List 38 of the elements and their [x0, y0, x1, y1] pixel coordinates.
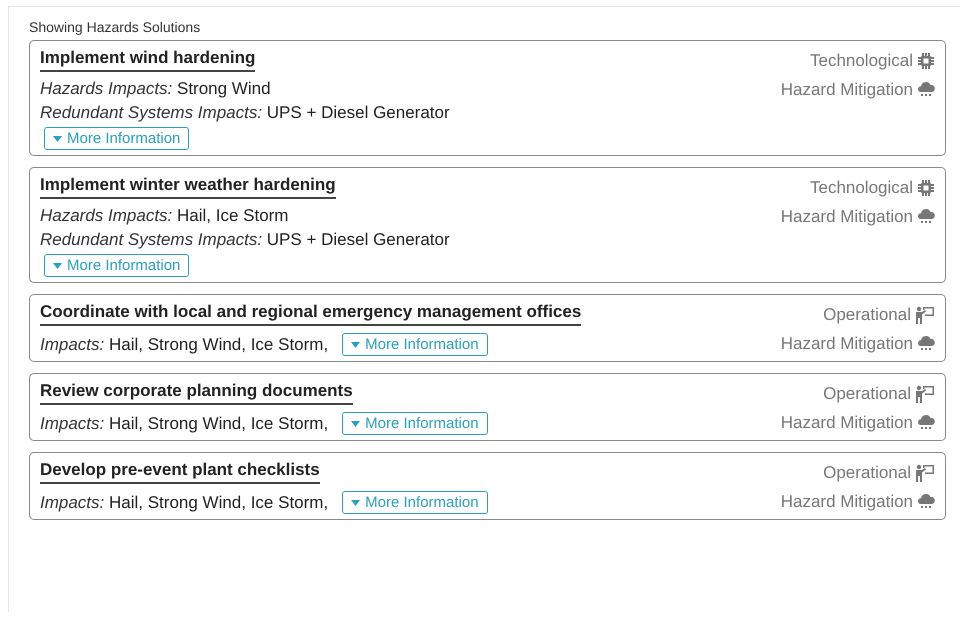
cloud-rain-icon — [917, 335, 935, 353]
solution-title[interactable]: Review corporate planning documents — [40, 381, 353, 405]
caret-icon — [351, 500, 360, 506]
cloud-rain-icon — [917, 414, 935, 432]
chip-icon — [917, 179, 935, 197]
category-label: Operational — [823, 463, 911, 483]
solution-title[interactable]: Implement wind hardening — [40, 48, 256, 72]
category-label: Technological — [810, 51, 913, 71]
category-label: Hazard Mitigation — [780, 492, 913, 512]
presenter-icon — [915, 306, 935, 324]
solution-title[interactable]: Develop pre-event plant checklists — [40, 460, 320, 484]
presenter-icon — [915, 464, 935, 482]
category-label: Operational — [823, 305, 911, 325]
impacts-text: Impacts: Hail, Strong Wind, Ice Storm, — [40, 492, 328, 512]
category-label: Hazard Mitigation — [780, 413, 913, 433]
cloud-rain-icon — [917, 81, 935, 99]
impacts-text: Redundant Systems Impacts: UPS + Diesel Generator — [40, 103, 450, 123]
caret-icon — [351, 420, 360, 426]
impacts-text: Impacts: Hail, Strong Wind, Ice Storm, — [40, 414, 328, 434]
impacts-text: Impacts: Hail, Strong Wind, Ice Storm, — [40, 334, 328, 354]
solution-title[interactable]: Coordinate with local and regional emergency management offices — [40, 302, 582, 326]
impacts-text: Hazards Impacts: Hail, Ice Storm — [40, 206, 288, 226]
caret-icon — [53, 262, 62, 268]
caret-icon — [351, 342, 360, 348]
cloud-rain-icon — [917, 208, 935, 226]
category-label: Hazard Mitigation — [780, 207, 913, 227]
category-label: Operational — [823, 384, 911, 404]
list-heading: Showing Hazards Solutions — [29, 19, 202, 35]
category-label: Hazard Mitigation — [780, 80, 913, 100]
impacts-text: Redundant Systems Impacts: UPS + Diesel Generator — [40, 230, 450, 250]
caret-icon — [53, 136, 62, 142]
cloud-rain-icon — [917, 493, 935, 511]
solution-title[interactable]: Implement winter weather hardening — [40, 175, 336, 199]
presenter-icon — [915, 385, 935, 403]
chip-icon — [917, 52, 935, 70]
category-label: Technological — [810, 178, 913, 198]
impacts-text: Hazards Impacts: Strong Wind — [40, 79, 271, 99]
category-label: Hazard Mitigation — [780, 334, 913, 354]
